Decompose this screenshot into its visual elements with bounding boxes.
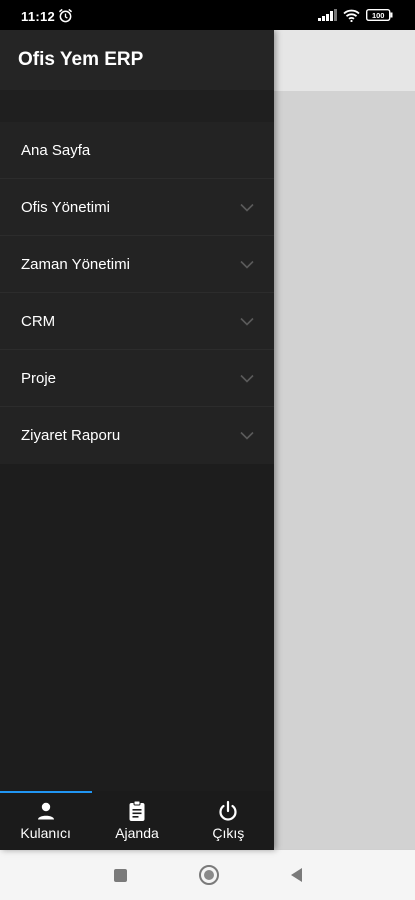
menu-item-label: Ana Sayfa xyxy=(21,141,91,159)
menu-item-label: Ziyaret Raporu xyxy=(21,427,121,444)
nav-label: Kulanıcı xyxy=(20,825,71,841)
status-icons: 100 xyxy=(318,8,393,22)
menu-item-crm[interactable]: CRM xyxy=(0,293,274,350)
power-icon xyxy=(219,800,237,821)
back-triangle-icon xyxy=(290,868,302,882)
navigation-drawer: Ofis Yem ERP Ana Sayfa Ofis Yönetimi Zam… xyxy=(0,30,274,850)
chevron-down-icon xyxy=(240,317,254,326)
alarm-icon xyxy=(58,8,73,23)
drawer-menu: Ana Sayfa Ofis Yönetimi Zaman Yönetimi C… xyxy=(0,122,274,464)
home-button[interactable] xyxy=(198,865,219,885)
menu-item-label: Ofis Yönetimi xyxy=(21,198,110,216)
square-icon xyxy=(113,868,127,882)
menu-item-ana-sayfa[interactable]: Ana Sayfa xyxy=(0,122,274,179)
chevron-down-icon xyxy=(240,260,254,269)
active-tab-indicator xyxy=(0,791,92,793)
person-icon xyxy=(37,802,54,820)
nav-label: Çıkış xyxy=(212,825,245,841)
system-navigation-bar xyxy=(0,850,415,900)
chevron-down-icon xyxy=(240,431,254,440)
signal-icon xyxy=(318,9,337,21)
nav-cikis[interactable]: Çıkış xyxy=(183,791,274,850)
menu-item-proje[interactable]: Proje xyxy=(0,350,274,407)
battery-level: 100 xyxy=(372,11,385,20)
menu-item-ziyaret-raporu[interactable]: Ziyaret Raporu xyxy=(0,407,274,464)
nav-ajanda[interactable]: Ajanda xyxy=(91,791,182,850)
battery-icon: 100 xyxy=(366,9,393,21)
back-button[interactable] xyxy=(290,868,302,882)
bottom-navigation: Kulanıcı Ajanda Çıkış xyxy=(0,791,274,850)
chevron-down-icon xyxy=(240,374,254,383)
drawer-spacer xyxy=(0,90,274,122)
status-time: 11:12 xyxy=(21,9,56,24)
menu-item-label: Proje xyxy=(21,369,57,387)
status-bar: 11:12 100 xyxy=(0,0,415,30)
menu-item-label: Zaman Yönetimi xyxy=(21,255,130,273)
nav-kullanici[interactable]: Kulanıcı xyxy=(0,791,91,850)
chevron-down-icon xyxy=(240,203,254,212)
app-title: Ofis Yem ERP xyxy=(18,49,144,70)
clipboard-icon xyxy=(129,800,145,821)
home-circle-icon xyxy=(198,865,219,885)
menu-item-zaman-yonetimi[interactable]: Zaman Yönetimi xyxy=(0,236,274,293)
recents-button[interactable] xyxy=(113,868,127,882)
menu-item-ofis-yonetimi[interactable]: Ofis Yönetimi xyxy=(0,179,274,236)
drawer-header: Ofis Yem ERP xyxy=(0,30,274,90)
wifi-icon xyxy=(343,9,360,22)
menu-item-label: CRM xyxy=(21,312,56,330)
nav-label: Ajanda xyxy=(115,825,159,841)
